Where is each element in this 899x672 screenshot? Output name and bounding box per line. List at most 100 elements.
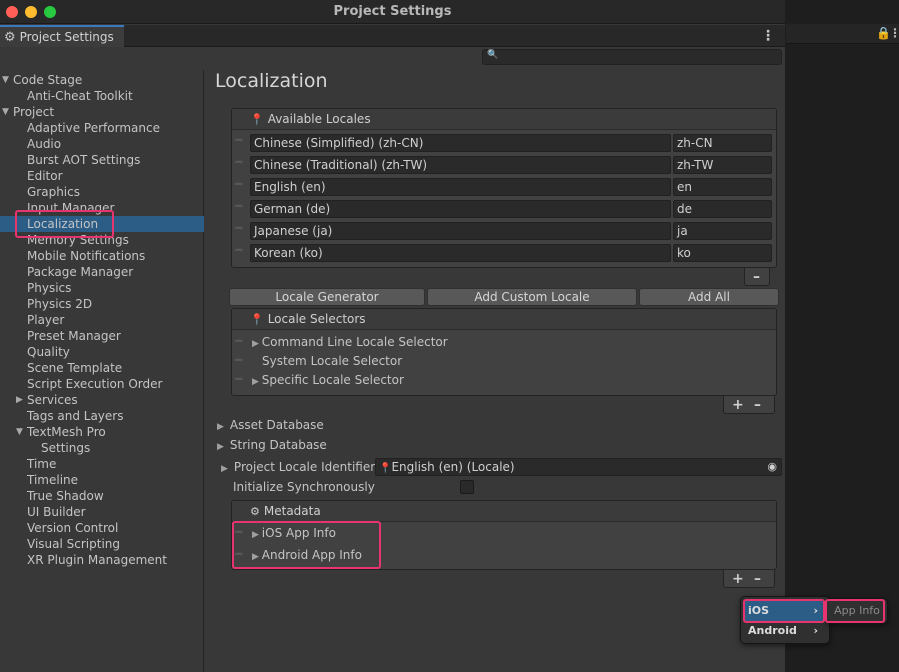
tab-project-settings[interactable]: ⚙ Project Settings [0, 25, 124, 47]
chevron-down-icon[interactable]: ▼ [2, 72, 9, 88]
add-custom-locale-button[interactable]: Add Custom Locale [427, 288, 637, 306]
sidebar-item[interactable]: Physics 2D [0, 296, 204, 312]
add-metadata-button[interactable]: + [732, 570, 744, 588]
sidebar-item[interactable]: Visual Scripting [0, 536, 204, 552]
chevron-down-icon[interactable]: ▼ [16, 424, 23, 440]
metadata-controls: + – [723, 570, 775, 588]
add-all-button[interactable]: Add All [639, 288, 779, 306]
kebab-menu-icon[interactable]: ⋮ [889, 26, 899, 40]
sidebar-item[interactable]: Quality [0, 344, 204, 360]
locale-code-field[interactable]: en [673, 178, 772, 196]
drag-handle-icon[interactable]: ══ [235, 136, 243, 144]
menu-item-ios[interactable]: iOS › [744, 601, 826, 621]
sidebar-item[interactable]: Editor [0, 168, 204, 184]
locale-name-field[interactable]: German (de) [250, 200, 671, 218]
sidebar-item[interactable]: Memory Settings [0, 232, 204, 248]
sidebar-item[interactable]: ▼ Code Stage [0, 72, 204, 88]
metadata-item-label: iOS App Info [261, 526, 336, 540]
initialize-synchronously-checkbox[interactable] [460, 480, 474, 494]
metadata-icon: ⚙ [250, 504, 260, 518]
object-picker-icon[interactable]: ◉ [767, 459, 777, 475]
sidebar-item[interactable]: Anti-Cheat Toolkit [0, 88, 204, 104]
metadata-item[interactable]: ▶ Android App Info [252, 548, 362, 562]
locale-code-field[interactable]: ja [673, 222, 772, 240]
sidebar-item-label: Anti-Cheat Toolkit [27, 89, 133, 103]
remove-locale-button[interactable]: – [753, 268, 760, 286]
string-database-foldout[interactable]: ▶ String Database [217, 438, 327, 452]
ios-submenu: App Info [826, 598, 888, 624]
locale-selector-item[interactable]: System Locale Selector [262, 354, 402, 368]
drag-handle-icon[interactable]: ══ [235, 356, 243, 364]
sidebar-item-label: Burst AOT Settings [27, 153, 141, 167]
add-metadata-menu: iOS › Android › [740, 596, 830, 644]
sidebar-item[interactable]: Package Manager [0, 264, 204, 280]
drag-handle-icon[interactable]: ══ [235, 180, 243, 188]
sidebar-item[interactable]: Adaptive Performance [0, 120, 204, 136]
locale-name-field[interactable]: Chinese (Simplified) (zh-CN) [250, 134, 671, 152]
locale-name-field[interactable]: English (en) [250, 178, 671, 196]
expand-arrow-icon[interactable]: ▶ [252, 377, 262, 387]
project-locale-identifier-foldout[interactable]: ▶ Project Locale Identifier [221, 460, 375, 474]
expand-arrow-icon[interactable]: ▶ [252, 339, 262, 349]
locale-name-field[interactable]: Korean (ko) [250, 244, 671, 262]
drag-handle-icon[interactable]: ══ [235, 375, 243, 383]
drag-handle-icon[interactable]: ══ [235, 158, 243, 166]
page-title: Localization [215, 70, 328, 92]
submenu-item-app-info[interactable]: App Info [831, 601, 883, 621]
chevron-right-icon[interactable]: ▶ [16, 392, 23, 408]
sidebar-item[interactable]: Burst AOT Settings [0, 152, 204, 168]
locale-selector-item[interactable]: ▶ Command Line Locale Selector [252, 335, 448, 349]
remove-metadata-button[interactable]: – [754, 570, 761, 588]
remove-selector-button[interactable]: – [754, 396, 761, 414]
sidebar-item[interactable]: Player [0, 312, 204, 328]
locale-selector-item[interactable]: ▶ Specific Locale Selector [252, 373, 404, 387]
chevron-down-icon[interactable]: ▼ [2, 104, 9, 120]
add-selector-button[interactable]: + [732, 396, 744, 414]
asset-database-foldout[interactable]: ▶ Asset Database [217, 418, 324, 432]
expand-arrow-icon[interactable]: ▶ [252, 552, 262, 562]
sidebar-item[interactable]: Version Control [0, 520, 204, 536]
menu-item-android[interactable]: Android › [744, 621, 826, 641]
sidebar-item[interactable]: Preset Manager [0, 328, 204, 344]
locale-code-field[interactable]: ko [673, 244, 772, 262]
sidebar-item[interactable]: Settings [0, 440, 204, 456]
project-locale-identifier-field[interactable]: 📍English (en) (Locale) ◉ [375, 458, 782, 476]
locale-code-field[interactable]: zh-CN [673, 134, 772, 152]
sidebar-item[interactable]: Timeline [0, 472, 204, 488]
sidebar-item[interactable]: Physics [0, 280, 204, 296]
sidebar-item[interactable]: ▼ TextMesh Pro [0, 424, 204, 440]
locale-generator-button[interactable]: Locale Generator [229, 288, 425, 306]
search-input[interactable]: 🔍 [482, 49, 782, 65]
locale-name-field[interactable]: Japanese (ja) [250, 222, 671, 240]
drag-handle-icon[interactable]: ══ [235, 246, 243, 254]
sidebar-item[interactable]: True Shadow [0, 488, 204, 504]
sidebar-item[interactable]: Tags and Layers [0, 408, 204, 424]
drag-handle-icon[interactable]: ══ [235, 202, 243, 210]
expand-arrow-icon[interactable]: ▶ [252, 530, 262, 540]
sidebar-item[interactable]: Mobile Notifications [0, 248, 204, 264]
sidebar-item[interactable]: XR Plugin Management [0, 552, 204, 568]
metadata-item[interactable]: ▶ iOS App Info [252, 526, 336, 540]
sidebar-item[interactable]: UI Builder [0, 504, 204, 520]
drag-handle-icon[interactable]: ══ [235, 224, 243, 232]
sidebar-item[interactable]: Scene Template [0, 360, 204, 376]
locale-code-field[interactable]: zh-TW [673, 156, 772, 174]
drag-handle-icon[interactable]: ══ [235, 528, 243, 536]
location-pin-icon: 📍 [250, 312, 264, 326]
sidebar-item[interactable]: Script Execution Order [0, 376, 204, 392]
sidebar-item[interactable]: ▼ Project [0, 104, 204, 120]
sidebar-item[interactable]: Input Manager [0, 200, 204, 216]
sidebar-item-label: Quality [27, 345, 70, 359]
sidebar-item[interactable]: Time [0, 456, 204, 472]
drag-handle-icon[interactable]: ══ [235, 337, 243, 345]
sidebar-item[interactable]: ▶ Services [0, 392, 204, 408]
sidebar-item[interactable]: Graphics [0, 184, 204, 200]
locale-name-field[interactable]: Chinese (Traditional) (zh-TW) [250, 156, 671, 174]
drag-handle-icon[interactable]: ══ [235, 550, 243, 558]
sidebar-item-label: Input Manager [27, 201, 115, 215]
sidebar-item[interactable]: Localization [0, 216, 204, 232]
locale-code-field[interactable]: de [673, 200, 772, 218]
sidebar-item[interactable]: Audio [0, 136, 204, 152]
kebab-menu-icon[interactable]: ⋮ [761, 28, 775, 44]
expand-arrow-icon: ▶ [221, 464, 228, 474]
